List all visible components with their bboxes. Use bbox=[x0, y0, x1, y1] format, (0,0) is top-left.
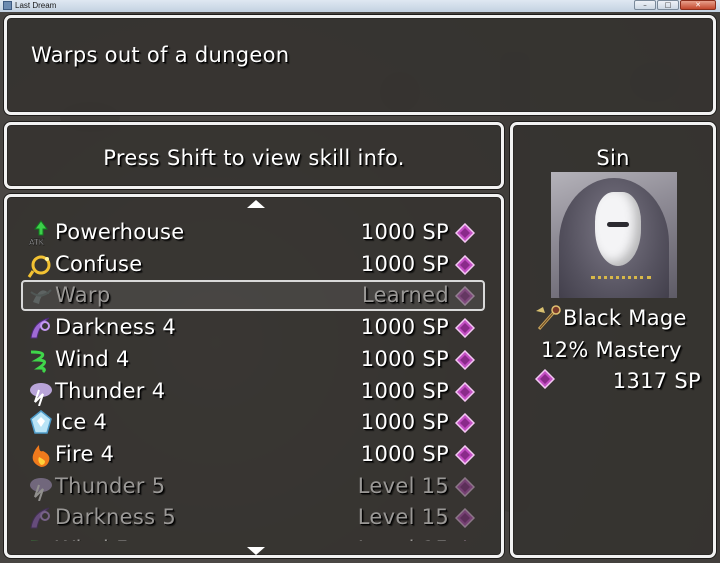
sp-gem-icon bbox=[455, 444, 475, 465]
staff-icon bbox=[536, 305, 561, 330]
actor-status-window: Sin Black Mage 12% Mastery 1317 SP bbox=[510, 122, 716, 558]
confuse-icon bbox=[27, 255, 51, 278]
app-icon bbox=[3, 1, 12, 10]
sp-gem-icon bbox=[455, 476, 475, 497]
sp-gem-icon bbox=[455, 508, 475, 529]
skill-row[interactable]: Fire 4 1000 SP bbox=[7, 439, 501, 471]
minimize-button[interactable]: – bbox=[634, 0, 656, 10]
skill-row[interactable]: Thunder 4 1000 SP bbox=[7, 376, 501, 408]
skill-name: Confuse bbox=[55, 251, 143, 276]
skill-name: Wind 5 bbox=[55, 536, 130, 541]
skill-cost: 1000 SP bbox=[360, 220, 449, 244]
skill-row[interactable]: Wind 5 Level 15 bbox=[7, 534, 501, 541]
skill-cost: 1000 SP bbox=[360, 410, 449, 435]
window-title: Last Dream bbox=[15, 1, 57, 10]
maximize-button[interactable]: □ bbox=[657, 0, 679, 10]
skill-cost: 1000 SP bbox=[360, 346, 449, 371]
skill-list-window: ATK Powerhouse 1000 SP Confuse 1000 SP Warp Le… bbox=[4, 194, 504, 558]
skill-name: Thunder 5 bbox=[55, 473, 166, 498]
skill-cost: Learned bbox=[361, 283, 449, 308]
skill-cost: 1000 SP bbox=[360, 441, 449, 466]
wind-icon bbox=[31, 540, 39, 541]
skill-cost: 1000 SP bbox=[360, 315, 449, 340]
skill-list: ATK Powerhouse 1000 SP Confuse 1000 SP Warp Le… bbox=[7, 215, 501, 541]
sp-gem-icon bbox=[455, 254, 475, 275]
darkness-icon bbox=[30, 317, 50, 339]
sp-gem-icon bbox=[455, 413, 475, 434]
actor-portrait bbox=[551, 172, 677, 298]
actor-class: Black Mage bbox=[563, 306, 687, 330]
skill-name: Ice 4 bbox=[55, 410, 108, 435]
sp-gem-icon bbox=[535, 369, 555, 389]
skill-row[interactable]: Thunder 5 Level 15 bbox=[7, 471, 501, 503]
thunder-icon bbox=[30, 382, 52, 406]
actor-name: Sin bbox=[596, 146, 630, 170]
atk-up-icon: ATK bbox=[29, 220, 48, 247]
svg-text:ATK: ATK bbox=[29, 238, 45, 247]
skill-name: Thunder 4 bbox=[55, 378, 166, 403]
close-button[interactable]: ✕ bbox=[680, 0, 716, 10]
skill-cost: Level 15 bbox=[357, 473, 449, 498]
skill-row[interactable]: Confuse 1000 SP bbox=[7, 249, 501, 281]
darkness-icon bbox=[30, 507, 50, 529]
skill-name: Warp bbox=[55, 283, 111, 308]
prompt-window: Press Shift to view skill info. bbox=[4, 122, 504, 189]
skill-row[interactable]: ATK Powerhouse 1000 SP bbox=[7, 217, 501, 249]
shift-info-prompt: Press Shift to view skill info. bbox=[103, 146, 405, 170]
skill-cost: 1000 SP bbox=[360, 378, 449, 403]
skill-cost: 1000 SP bbox=[360, 251, 449, 276]
skill-name: Darkness 5 bbox=[55, 505, 176, 530]
scroll-down-arrow-icon[interactable] bbox=[247, 547, 265, 555]
skill-row[interactable]: Darkness 5 Level 15 bbox=[7, 502, 501, 534]
ice-icon bbox=[30, 410, 52, 434]
skill-row[interactable]: Darkness 4 1000 SP bbox=[7, 312, 501, 344]
thunder-icon bbox=[30, 477, 52, 501]
wind-icon bbox=[30, 350, 46, 373]
sp-gem-icon bbox=[455, 318, 475, 339]
warp-icon bbox=[30, 289, 52, 305]
help-window: Warps out of a dungeon bbox=[4, 15, 716, 115]
skill-name: Powerhouse bbox=[55, 220, 185, 244]
skill-row[interactable]: Ice 4 1000 SP bbox=[7, 407, 501, 439]
window-controls: – □ ✕ bbox=[634, 0, 716, 11]
skill-cost: Level 15 bbox=[357, 505, 449, 530]
sp-gem-icon bbox=[455, 223, 475, 243]
skill-cost: Level 15 bbox=[358, 536, 449, 541]
sp-gem-icon bbox=[455, 349, 475, 370]
sp-gem-icon bbox=[463, 540, 467, 541]
class-mastery: 12% Mastery bbox=[541, 338, 682, 362]
sp-gem-icon bbox=[455, 381, 475, 402]
skill-row[interactable]: Wind 4 1000 SP bbox=[7, 344, 501, 376]
sp-gem-icon bbox=[455, 286, 475, 307]
actor-sp: 1317 SP bbox=[612, 369, 701, 393]
skill-name: Wind 4 bbox=[55, 346, 130, 371]
scroll-up-arrow-icon[interactable] bbox=[247, 200, 265, 208]
skill-description: Warps out of a dungeon bbox=[31, 43, 290, 67]
skill-name: Darkness 4 bbox=[55, 315, 176, 340]
fire-icon bbox=[32, 444, 50, 467]
skill-name: Fire 4 bbox=[55, 441, 115, 466]
skill-row[interactable]: Warp Learned bbox=[7, 280, 501, 312]
